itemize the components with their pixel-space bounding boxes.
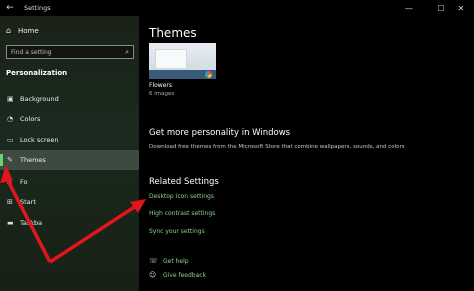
start-icon: ⊞ bbox=[7, 198, 13, 206]
sidebar-item-lock-screen[interactable]: ▭ Lock screen bbox=[0, 130, 139, 150]
thumbnail-window bbox=[155, 49, 187, 69]
sidebar: ⌂ Home Find a setting ⌕ Personalization … bbox=[0, 16, 139, 291]
help-icon: ☏ bbox=[149, 257, 158, 265]
sidebar-item-start[interactable]: ⊞ Start bbox=[0, 192, 139, 212]
sidebar-item-home[interactable]: ⌂ Home bbox=[6, 26, 39, 35]
theme-image-count: 6 images bbox=[149, 91, 175, 97]
sync-settings-link[interactable]: Sync your settings bbox=[149, 228, 205, 235]
brush-icon: ✎ bbox=[7, 156, 13, 164]
personality-description: Download free themes from the Microsoft … bbox=[149, 144, 405, 150]
personality-heading: Get more personality in Windows bbox=[149, 128, 291, 138]
sidebar-item-label: Taskba bbox=[20, 219, 43, 227]
give-feedback-label: Give feedback bbox=[163, 271, 207, 279]
sidebar-item-themes[interactable]: ✎ Themes bbox=[0, 150, 139, 170]
sidebar-item-label: Start bbox=[20, 198, 36, 206]
sidebar-item-label: Fo bbox=[20, 178, 28, 186]
give-feedback-link[interactable]: ☺ Give feedback bbox=[149, 271, 206, 279]
search-input[interactable]: Find a setting ⌕ bbox=[6, 45, 134, 59]
palette-icon: ◔ bbox=[7, 115, 14, 123]
sidebar-item-label: Background bbox=[20, 95, 59, 103]
lock-screen-icon: ▭ bbox=[7, 136, 14, 144]
color-wheel-icon bbox=[205, 71, 212, 78]
sidebar-item-colors[interactable]: ◔ Colors bbox=[0, 109, 139, 129]
search-placeholder: Find a setting bbox=[11, 48, 52, 56]
sidebar-item-background[interactable]: ▣ Background bbox=[0, 89, 139, 109]
desktop-icon-settings-link[interactable]: Desktop icon settings bbox=[149, 193, 214, 200]
home-icon: ⌂ bbox=[6, 26, 12, 35]
font-icon: A bbox=[7, 178, 12, 186]
window-title: Settings bbox=[24, 4, 51, 12]
high-contrast-settings-link[interactable]: High contrast settings bbox=[149, 210, 215, 217]
related-settings-heading: Related Settings bbox=[149, 177, 219, 187]
sidebar-item-taskbar[interactable]: ▬ Taskba bbox=[0, 213, 139, 233]
main-content: Themes Flowers 6 images Get more persona… bbox=[139, 16, 474, 291]
sidebar-item-label: Themes bbox=[20, 156, 46, 164]
sidebar-item-label: Lock screen bbox=[20, 136, 59, 144]
search-icon[interactable]: ⌕ bbox=[125, 48, 129, 57]
sidebar-item-label: Home bbox=[18, 26, 39, 35]
sidebar-item-label: Colors bbox=[20, 115, 41, 123]
theme-name: Flowers bbox=[149, 82, 172, 89]
feedback-icon: ☺ bbox=[149, 271, 157, 279]
taskbar-icon: ▬ bbox=[7, 219, 14, 227]
section-heading: Personalization bbox=[6, 69, 68, 77]
close-icon[interactable]: ✕ bbox=[448, 0, 474, 16]
minimize-icon[interactable]: — bbox=[396, 0, 422, 16]
page-title: Themes bbox=[149, 26, 197, 40]
get-help-link[interactable]: ☏ Get help bbox=[149, 257, 189, 265]
theme-thumbnail[interactable] bbox=[149, 43, 216, 79]
sidebar-item-fonts[interactable]: A Fo bbox=[0, 172, 139, 192]
get-help-label: Get help bbox=[163, 257, 189, 265]
back-arrow-icon[interactable]: ← bbox=[0, 3, 20, 13]
image-icon: ▣ bbox=[7, 95, 14, 103]
